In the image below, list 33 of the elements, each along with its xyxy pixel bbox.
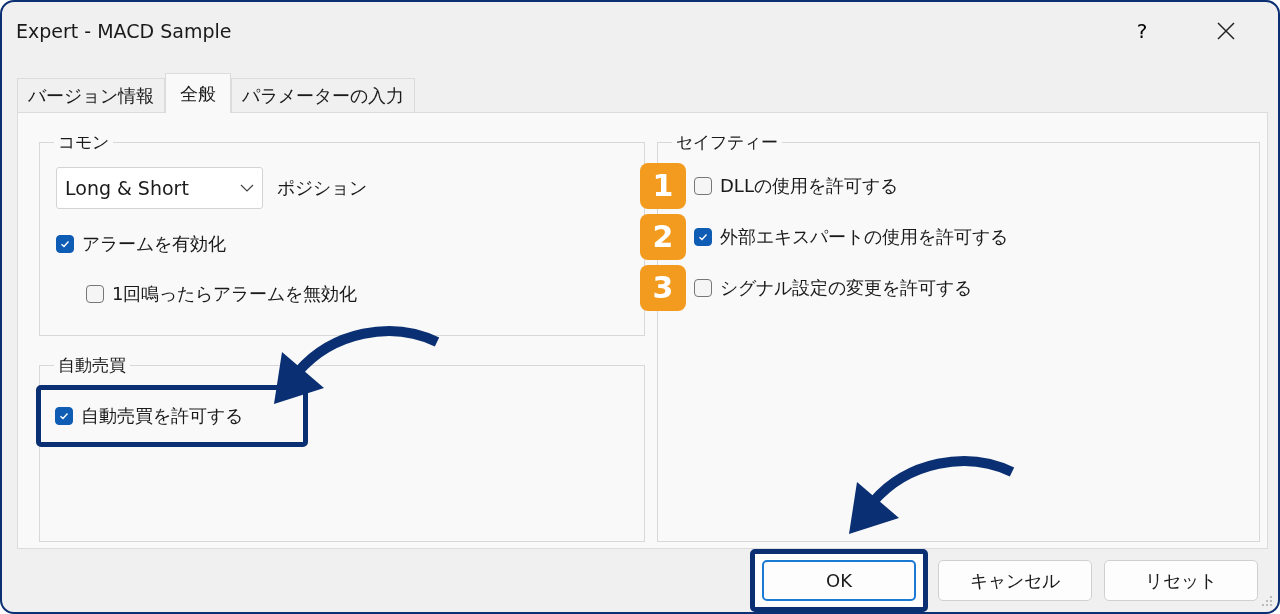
chevron-down-icon: [240, 184, 254, 192]
check-icon: [58, 410, 70, 422]
checkbox-label: シグナル設定の変更を許可する: [720, 275, 972, 300]
group-title: コモン: [57, 131, 110, 154]
window-title: Expert - MACD Sample: [16, 20, 233, 42]
step-badge: 1: [640, 162, 686, 209]
help-button[interactable]: ?: [1100, 2, 1184, 60]
tab[interactable]: パラメーターの入力: [231, 78, 415, 112]
step-badge: 3: [640, 264, 686, 311]
checkbox-label: 自動売買を許可する: [81, 404, 243, 428]
checkbox-label: アラームを有効化: [82, 232, 226, 256]
checkbox-label: DLLの使用を許可する: [720, 173, 898, 198]
checkbox-label: 1回鳴ったらアラームを無効化: [112, 282, 358, 306]
close-icon: [1217, 22, 1235, 40]
dialog-button[interactable]: キャンセル: [938, 560, 1092, 601]
checkbox[interactable]: [86, 285, 104, 303]
checkbox[interactable]: [694, 227, 712, 246]
check-icon: [59, 238, 71, 250]
dropdown[interactable]: Long & Short: [56, 167, 263, 209]
dialog-button[interactable]: リセット: [1104, 560, 1258, 601]
checkbox[interactable]: [694, 278, 712, 297]
group-title: セイフティー: [675, 131, 779, 154]
checkbox[interactable]: [55, 407, 73, 425]
dropdown-label: ポジション: [277, 176, 367, 200]
checkbox[interactable]: [56, 235, 74, 253]
group-title: 自動売買: [57, 354, 127, 377]
checkbox-label: 外部エキスパートの使用を許可する: [720, 224, 1008, 249]
dialog-button[interactable]: OK: [762, 560, 916, 601]
tab[interactable]: バージョン情報: [17, 78, 165, 112]
resize-grip-icon[interactable]: [1262, 596, 1272, 606]
checkbox[interactable]: [694, 176, 712, 195]
step-badge: 2: [640, 213, 686, 260]
tab[interactable]: 全般: [165, 73, 231, 113]
